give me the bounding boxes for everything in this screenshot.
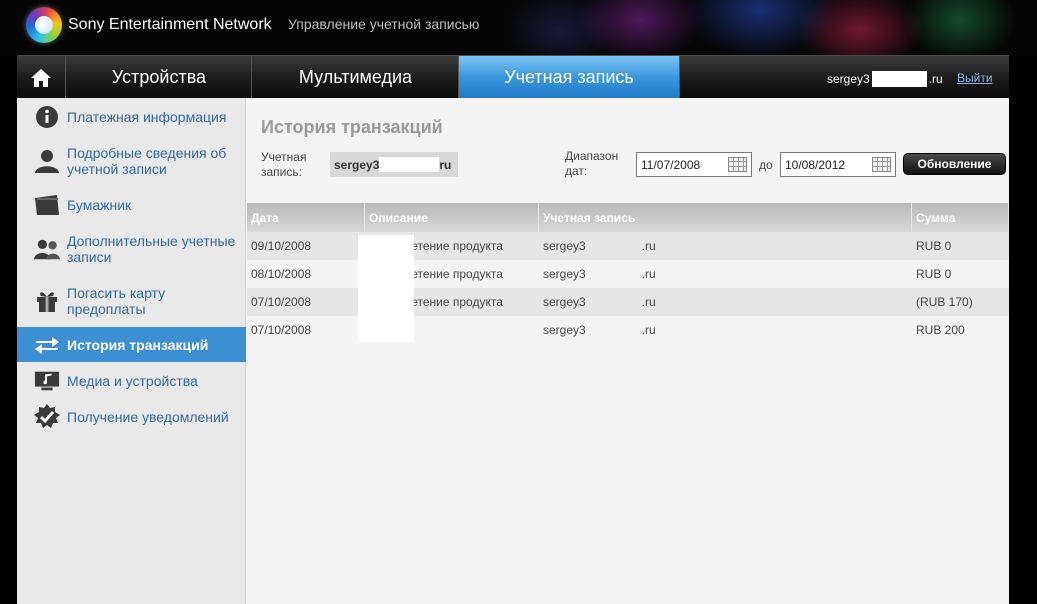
cell-account-suffix: .ru [641,267,656,281]
cell-account-prefix: sergey3 [543,239,586,253]
cell-account-suffix: .ru [641,323,656,337]
info-icon [34,104,60,130]
tab-devices[interactable]: Устройства [67,56,252,99]
media-devices-icon [34,368,60,394]
gift-icon [34,288,60,314]
badge-check-icon [34,404,60,430]
account-suffix: ru [439,157,452,172]
sidebar-item-notifications[interactable]: Получение уведомлений [17,404,246,430]
date-from-input[interactable]: 11/07/2008 [636,152,752,177]
home-button[interactable] [17,56,66,99]
cell-date: 07/10/2008 [251,295,312,309]
sidebar-item-label: Подробные сведения об учетной записи [67,145,227,177]
user-email: sergey3 .ru [827,71,943,87]
column-header-amount[interactable]: Сумма [912,203,1009,232]
date-to-label: до [759,158,773,172]
cell-account-prefix: sergey3 [543,267,586,281]
sidebar-item-account-details[interactable]: Подробные сведения об учетной записи [17,142,246,180]
cell-amount: (RUB 170) [916,295,973,309]
sidebar: Платежная информация Подробные сведения … [17,98,246,604]
sony-logo-icon[interactable] [26,7,62,43]
sidebar-item-media-devices[interactable]: Медиа и устройства [17,368,246,394]
column-header-description[interactable]: Описание [365,203,539,232]
cell-account-suffix: .ru [641,295,656,309]
sidebar-item-additional-accounts[interactable]: Дополнительные учетные записи [17,230,246,268]
cell-amount: RUB 0 [916,267,952,281]
sidebar-item-transaction-history[interactable]: История транзакций [17,327,246,362]
swap-arrows-icon [34,332,60,358]
account-value: sergey3 ru [330,152,458,177]
cell-amount: RUB 200 [916,323,965,337]
cell-account-prefix: sergey3 [543,295,586,309]
person-icon [34,148,60,174]
page-title: История транзакций [261,117,443,137]
calendar-icon[interactable] [872,157,891,172]
sidebar-item-payment[interactable]: Платежная информация [17,104,246,130]
sidebar-item-label: История транзакций [67,336,209,353]
wallet-icon [34,192,60,218]
cell-account: sergey3 .ru [539,316,912,344]
tab-multimedia[interactable]: Мультимедиа [253,56,459,99]
tab-account[interactable]: Учетная запись [459,56,680,99]
date-from-value: 11/07/2008 [641,157,701,172]
user-email-prefix: sergey3 [827,72,870,86]
cell-date: 07/10/2008 [251,323,312,337]
sidebar-item-label: Получение уведомлений [67,409,229,425]
account-label: Учетная запись: [261,150,307,179]
user-email-suffix: .ru [928,72,943,86]
cell-date: 08/10/2008 [251,267,312,281]
redaction-mask [358,235,414,342]
redaction-mask [379,157,440,172]
cell-account: sergey3 .ru [539,288,912,316]
sidebar-item-label: Бумажник [67,197,132,213]
date-to-value: 10/08/2012 [785,157,846,172]
cell-account: sergey3 .ru [539,232,912,260]
sidebar-item-wallet[interactable]: Бумажник [17,192,246,218]
logout-link[interactable]: Выйти [957,71,993,85]
update-button[interactable]: Обновление [903,153,1006,175]
table-header: Дата Описание Учетная запись Сумма [247,203,1009,232]
sidebar-item-label: Платежная информация [67,109,227,125]
home-icon [31,68,51,87]
sidebar-item-label: Медиа и устройства [67,373,198,389]
cell-date: 09/10/2008 [251,239,312,253]
column-header-account[interactable]: Учетная запись [539,203,912,232]
sidebar-item-redeem-card[interactable]: Погасить карту предоплаты [17,282,246,320]
people-icon [34,236,60,262]
calendar-icon[interactable] [728,157,747,172]
date-range-label: Диапазон дат: [565,149,619,178]
sidebar-item-label: Дополнительные учетные записи [67,233,236,265]
cell-account-prefix: sergey3 [543,323,586,337]
cell-account-suffix: .ru [641,239,656,253]
content-frame: Платежная информация Подробные сведения … [17,98,1009,604]
sidebar-item-label: Погасить карту предоплаты [67,285,166,317]
brand-name[interactable]: Sony Entertainment Network [68,16,272,34]
date-to-input[interactable]: 10/08/2012 [780,152,896,177]
cell-account: sergey3 .ru [539,260,912,288]
cell-amount: RUB 0 [916,239,952,253]
account-prefix: sergey3 [334,157,380,172]
top-banner: Sony Entertainment Network Управление уч… [0,0,1037,56]
main-nav: Устройства Мультимедиа Учетная запись se… [17,55,1009,99]
redaction-mask [871,71,927,87]
column-header-date[interactable]: Дата [247,203,365,232]
header-subtitle: Управление учетной записью [288,16,480,32]
